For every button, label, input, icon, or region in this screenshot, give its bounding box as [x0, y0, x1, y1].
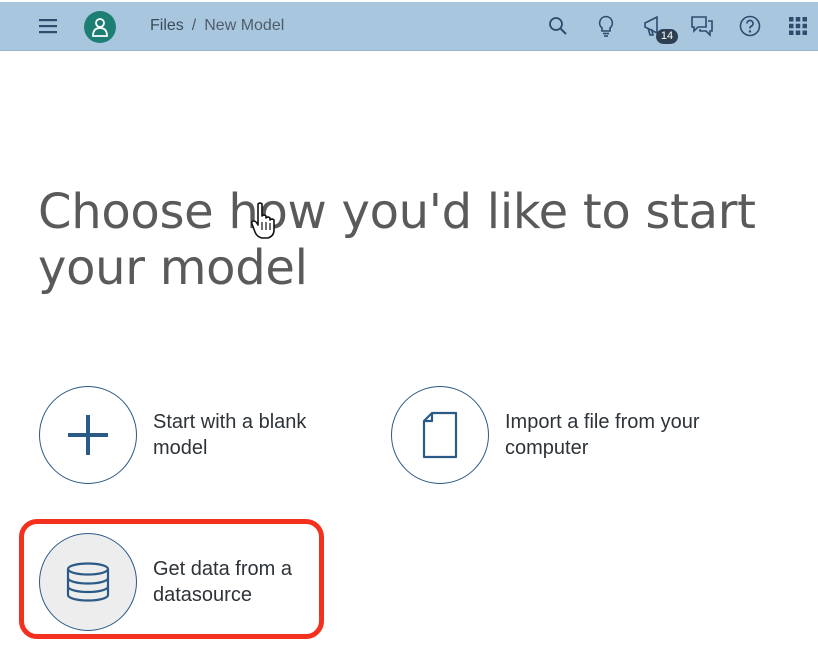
breadcrumb-current: New Model	[204, 17, 285, 34]
insights-button[interactable]	[590, 10, 622, 42]
help-button[interactable]	[734, 10, 766, 42]
lightbulb-icon	[598, 15, 614, 37]
breadcrumb-separator: /	[191, 17, 197, 34]
shell-header: Files / New Model 14	[0, 2, 818, 51]
app-launcher-button[interactable]	[782, 10, 814, 42]
database-icon	[66, 562, 110, 602]
import-file-option[interactable]: Import a file from your computer	[391, 386, 735, 484]
start-blank-model-option[interactable]: Start with a blank model	[39, 386, 353, 484]
help-icon	[739, 15, 761, 37]
notification-count-badge: 14	[656, 29, 678, 44]
search-icon	[549, 17, 567, 35]
get-data-from-datasource-option[interactable]: Get data from a datasource	[39, 533, 353, 631]
menu-icon	[39, 19, 57, 34]
feedback-button[interactable]	[686, 10, 718, 42]
breadcrumb-files-link[interactable]: Files	[150, 17, 184, 35]
app-grid-icon	[789, 17, 807, 35]
breadcrumb: Files / New Model	[150, 17, 284, 35]
start-blank-label: Start with a blank model	[153, 411, 307, 459]
user-icon	[92, 18, 108, 37]
user-avatar[interactable]	[84, 11, 116, 43]
datasource-circle[interactable]	[39, 533, 137, 631]
datasource-label: Get data from a datasource	[153, 558, 292, 606]
chat-icon	[691, 16, 713, 37]
start-blank-circle[interactable]	[39, 386, 137, 484]
page-headline: Choose how you'd like to start your mode…	[38, 184, 756, 296]
search-button[interactable]	[542, 10, 574, 42]
plus-icon	[68, 415, 108, 455]
import-file-label: Import a file from your computer	[505, 411, 700, 459]
file-icon	[422, 411, 458, 459]
notifications-button[interactable]: 14	[638, 10, 678, 44]
menu-button[interactable]	[32, 10, 64, 42]
import-file-circle[interactable]	[391, 386, 489, 484]
